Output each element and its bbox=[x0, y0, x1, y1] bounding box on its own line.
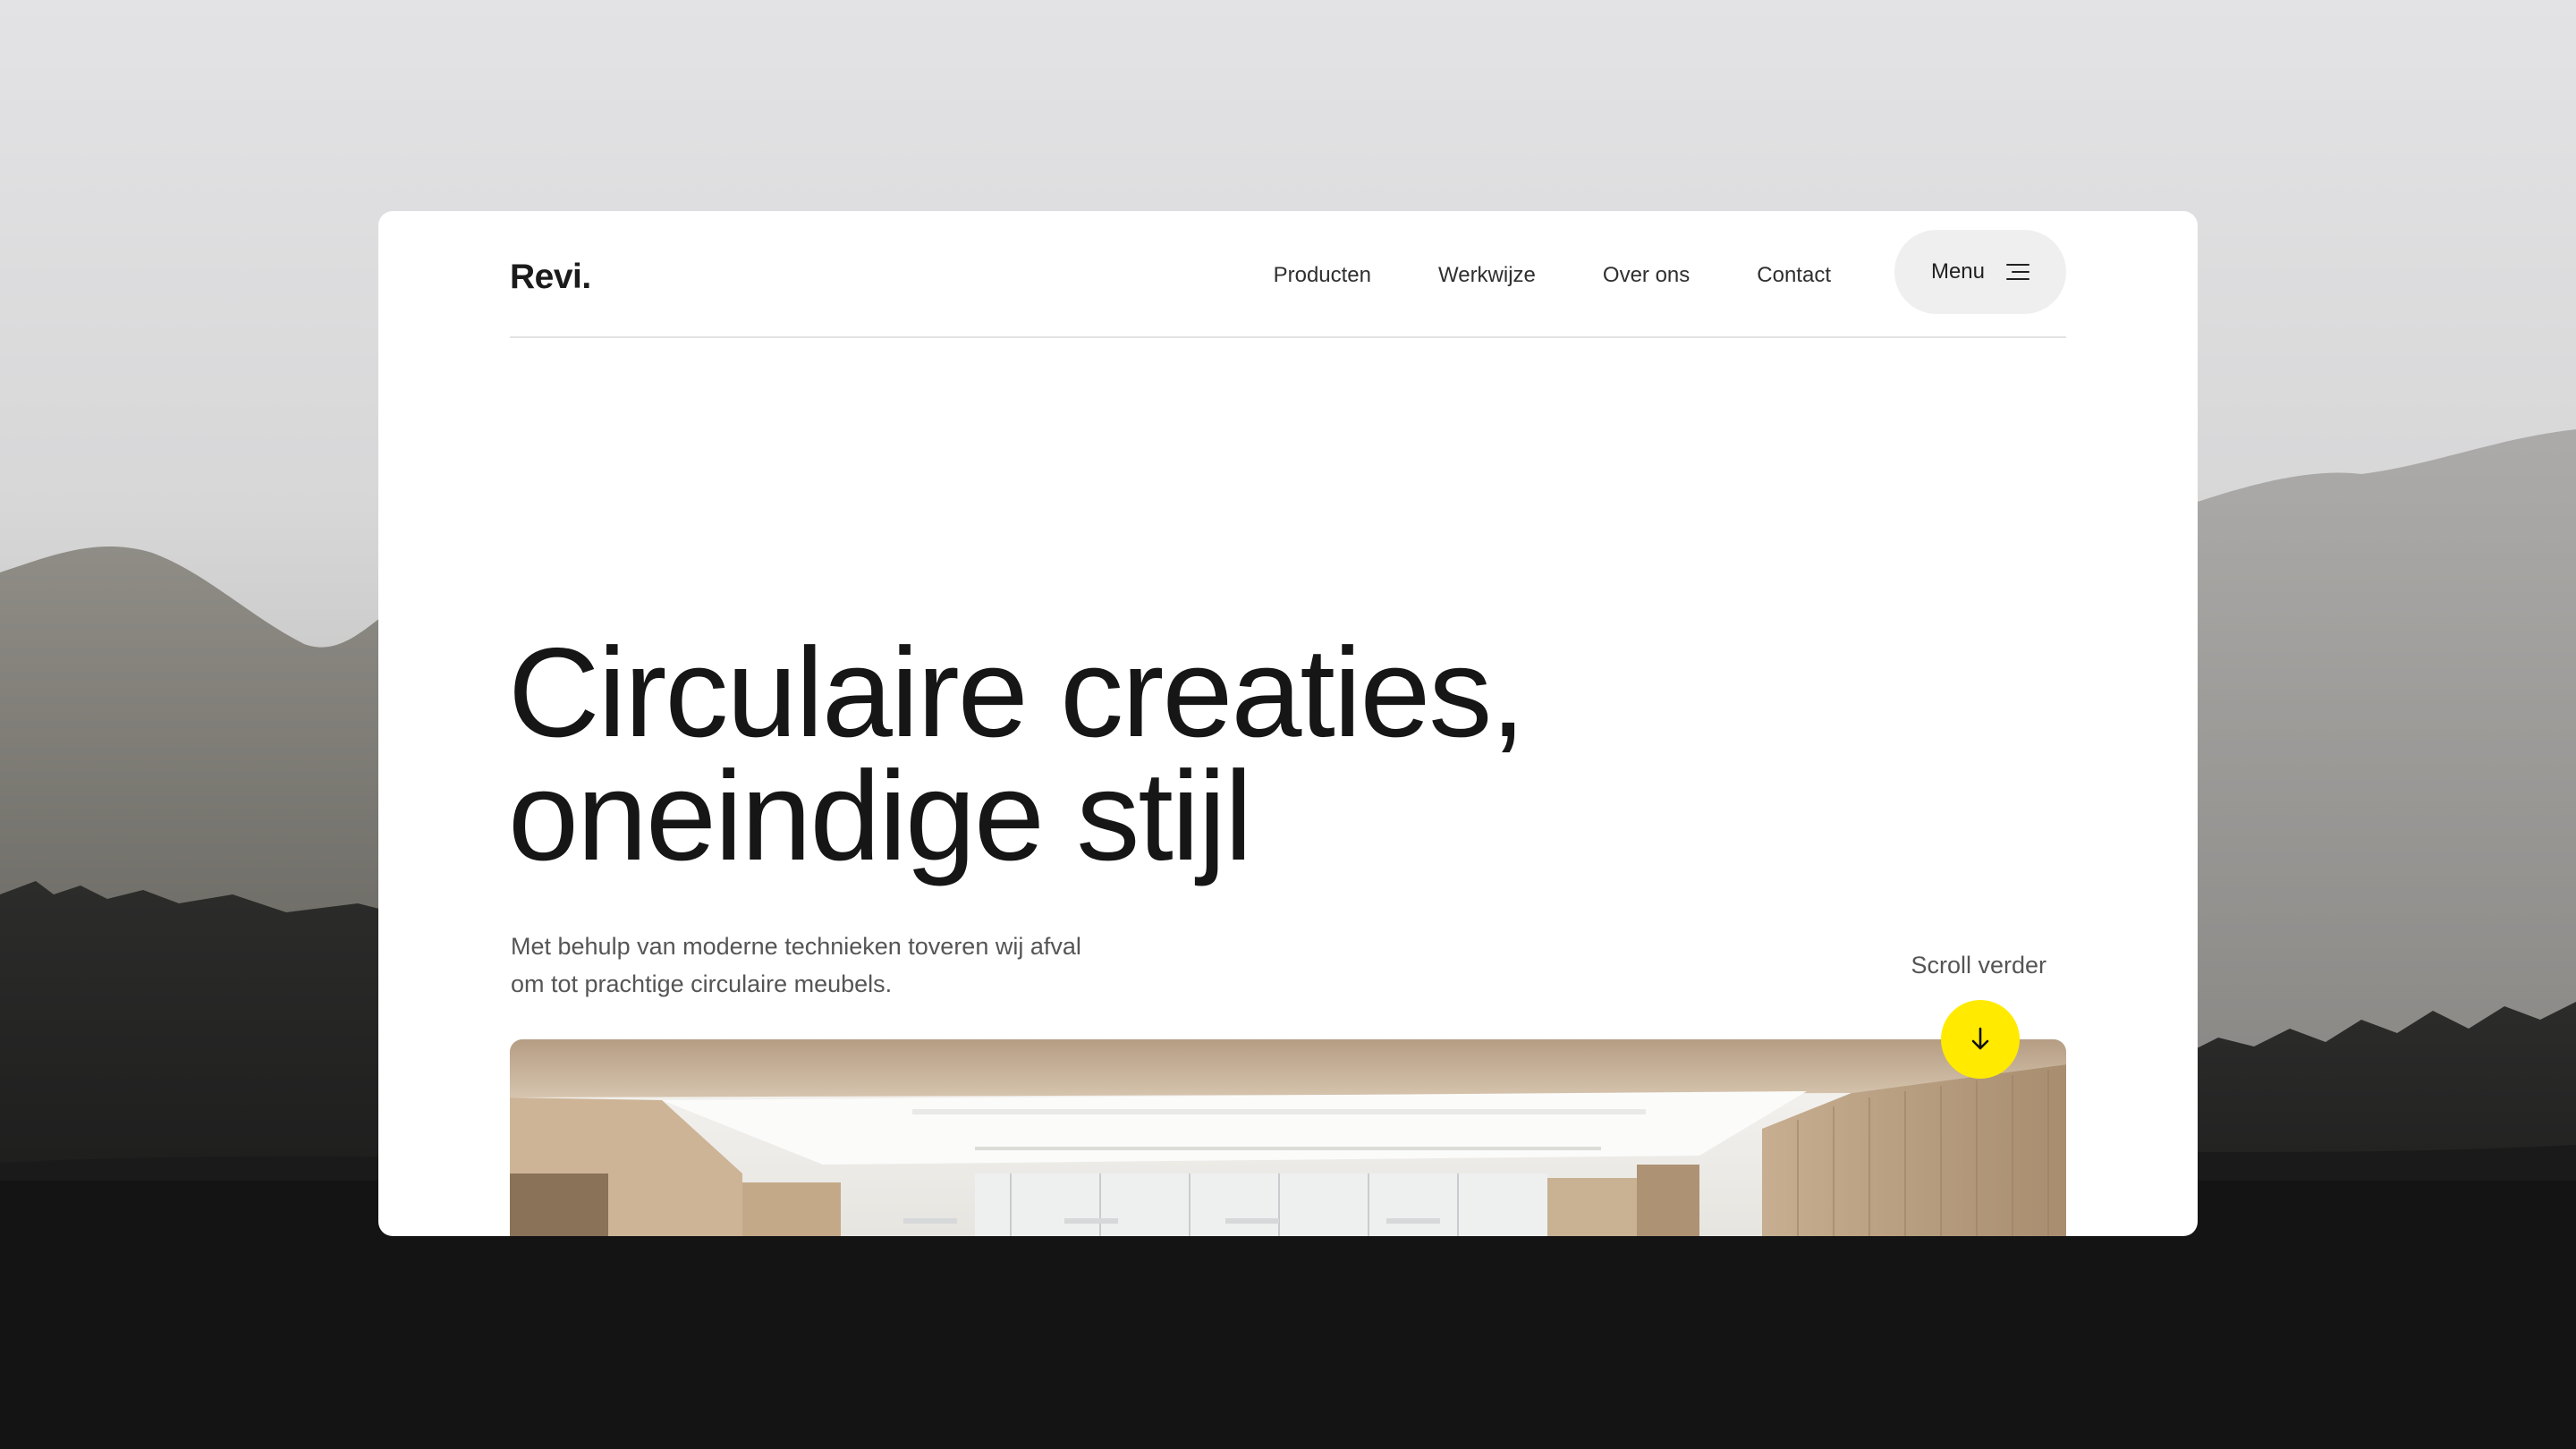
hero-title: Circulaire creaties, oneindige stijl bbox=[508, 622, 1760, 887]
hero-subtitle: Met behulp van moderne technieken tovere… bbox=[511, 933, 1081, 997]
hero-title-line-2: oneindige stijl bbox=[508, 745, 1252, 887]
menu-button[interactable]: Menu bbox=[1894, 230, 2066, 314]
scroll-down-button[interactable] bbox=[1941, 1000, 2020, 1079]
arrow-down-icon bbox=[1971, 1027, 1989, 1050]
navbar: Revi. Producten Werkwijze Over ons Conta… bbox=[510, 211, 2066, 338]
nav-link-over-ons[interactable]: Over ons bbox=[1603, 263, 1690, 288]
scroll-label: Scroll verder bbox=[1911, 952, 2046, 979]
hero-image bbox=[510, 1039, 2066, 1236]
browser-card: Revi. Producten Werkwijze Over ons Conta… bbox=[378, 211, 2198, 1236]
nav-links: Producten Werkwijze Over ons Contact bbox=[1274, 263, 1831, 288]
nav-link-werkwijze[interactable]: Werkwijze bbox=[1438, 263, 1536, 288]
hero-title-line-1: Circulaire creaties, bbox=[508, 622, 1526, 764]
hamburger-icon bbox=[2006, 264, 2030, 280]
nav-link-producten[interactable]: Producten bbox=[1274, 263, 1371, 288]
nav-link-contact[interactable]: Contact bbox=[1757, 263, 1831, 288]
menu-button-label: Menu bbox=[1930, 259, 1986, 284]
logo[interactable]: Revi. bbox=[510, 258, 591, 297]
